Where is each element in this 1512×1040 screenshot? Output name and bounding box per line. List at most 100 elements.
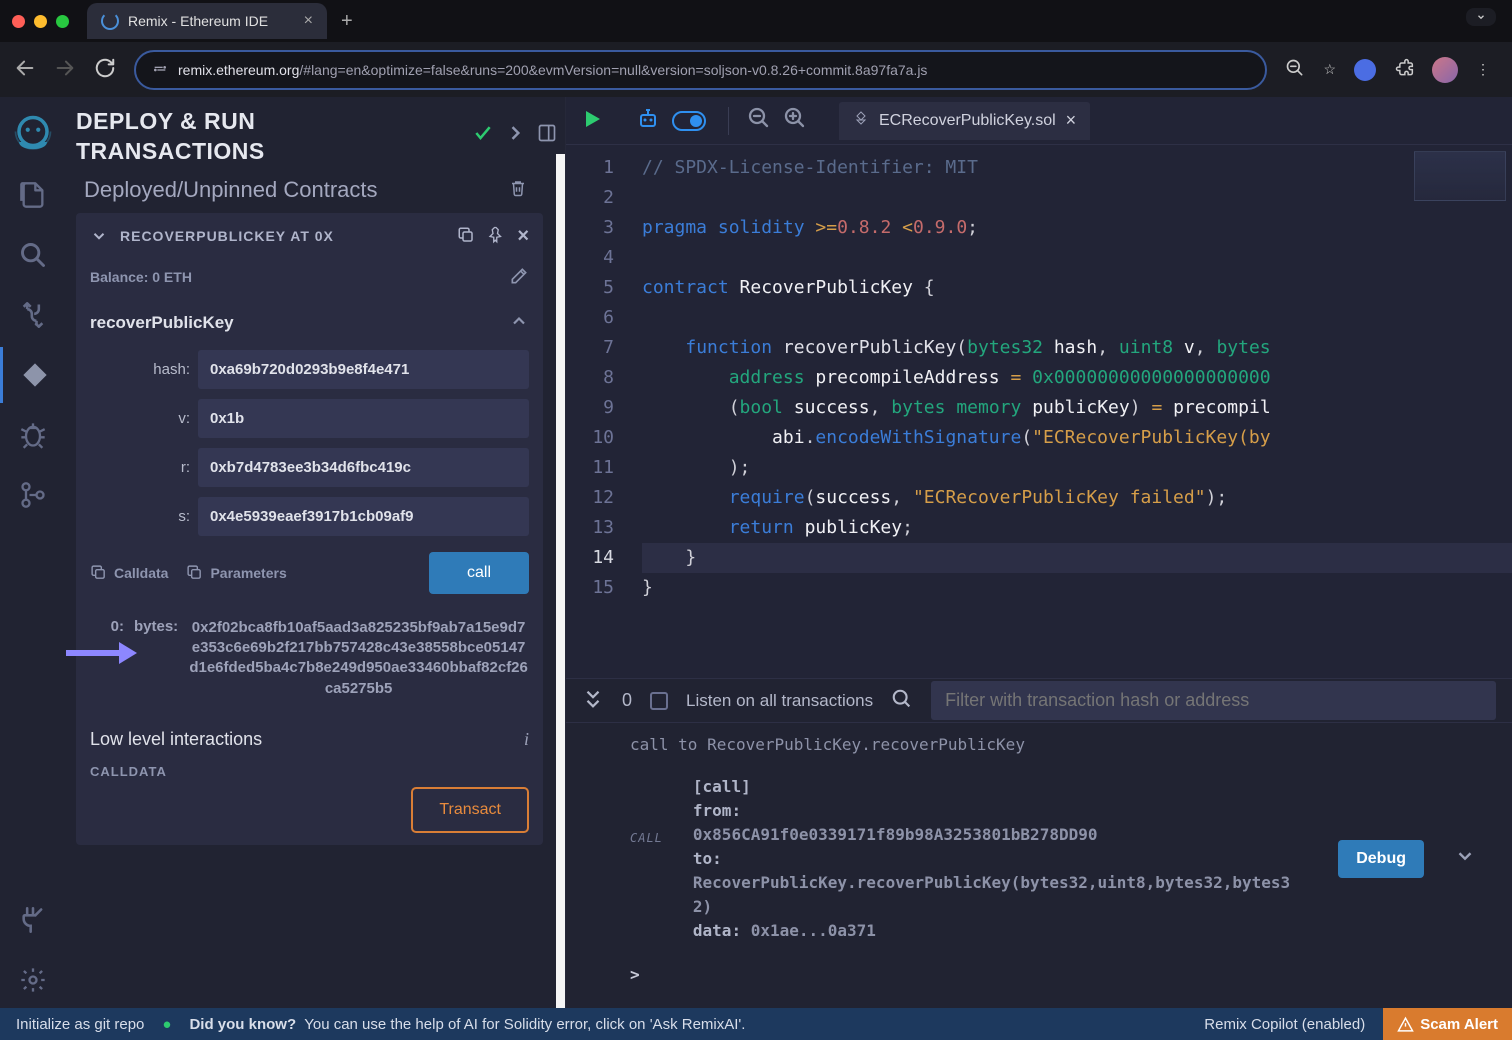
panel-scrollbar[interactable] <box>556 154 565 1008</box>
low-level-section: Low level interactions i <box>90 729 529 750</box>
ai-robot-icon[interactable] <box>636 107 660 134</box>
input-field-s[interactable] <box>198 497 529 536</box>
back-button[interactable] <box>14 57 36 82</box>
forward-button[interactable] <box>54 57 76 82</box>
zoom-out-icon[interactable] <box>747 106 771 136</box>
low-level-title: Low level interactions <box>90 729 262 750</box>
browser-tab[interactable]: Remix - Ethereum IDE × <box>87 3 327 39</box>
info-icon[interactable]: i <box>524 729 529 750</box>
chrome-menu-icon[interactable]: ⋮ <box>1476 61 1488 78</box>
chrome-actions: ☆ ⋮ <box>1285 57 1488 83</box>
input-label-s: s: <box>90 508 190 525</box>
new-tab-button[interactable]: + <box>341 10 353 33</box>
sidebar-item-debugger[interactable] <box>0 407 66 463</box>
scam-alert-badge[interactable]: Scam Alert <box>1383 1008 1512 1040</box>
edit-icon[interactable] <box>509 266 529 289</box>
terminal-body: call to RecoverPublicKey.recoverPublicKe… <box>566 723 1512 1008</box>
main-area: ECRecoverPublicKey.sol × 123456789101112… <box>566 97 1512 1008</box>
site-settings-icon[interactable] <box>152 60 168 79</box>
terminal-panel: 0 Listen on all transactions call to Rec… <box>566 678 1512 1008</box>
zoom-icon[interactable] <box>1285 58 1305 81</box>
run-icon[interactable] <box>580 107 604 134</box>
lightbulb-icon: ● <box>162 1016 171 1033</box>
listen-label: Listen on all transactions <box>686 691 873 711</box>
sidebar-item-plugin[interactable] <box>0 892 66 948</box>
editor-file-name: ECRecoverPublicKey.sol <box>879 112 1056 130</box>
pin-icon[interactable] <box>487 226 505 247</box>
output-row: 0: bytes: 0x2f02bca8fb10af5aad3a825235bf… <box>90 618 529 699</box>
input-field-v[interactable] <box>198 399 529 438</box>
input-field-r[interactable] <box>198 448 529 487</box>
close-file-icon[interactable]: × <box>1066 110 1077 131</box>
terminal-search-icon[interactable] <box>891 688 913 713</box>
tab-title: Remix - Ethereum IDE <box>128 13 268 29</box>
nav-row: remix.ethereum.org/#lang=en&optimize=fal… <box>0 42 1512 97</box>
annotation-arrow <box>66 642 137 664</box>
close-contract-icon[interactable]: × <box>517 225 529 248</box>
extensions-icon[interactable] <box>1394 58 1414 81</box>
chevron-up-icon[interactable] <box>509 311 529 336</box>
line-gutter: 123456789101112131415 <box>566 145 642 678</box>
input-label-r: r: <box>90 459 190 476</box>
code-editor[interactable]: 123456789101112131415 // SPDX-License-Id… <box>566 145 1512 678</box>
copy-calldata-button[interactable]: Calldata <box>90 564 168 581</box>
sidebar-item-search[interactable] <box>0 227 66 283</box>
tab-close-icon[interactable]: × <box>304 12 313 30</box>
editor-file-tab[interactable]: ECRecoverPublicKey.sol × <box>839 102 1090 140</box>
listen-checkbox[interactable] <box>650 692 668 710</box>
bookmark-icon[interactable]: ☆ <box>1323 61 1336 78</box>
input-row-s: s: <box>90 497 529 536</box>
ai-assistant-icon[interactable] <box>1354 59 1376 81</box>
output-type: bytes: <box>134 618 178 699</box>
sidebar-item-compiler[interactable] <box>0 287 66 343</box>
code-content[interactable]: // SPDX-License-Identifier: MIT​​pragma … <box>642 145 1512 678</box>
expand-chevron-icon[interactable] <box>1454 845 1476 874</box>
maximize-window-button[interactable] <box>56 15 69 28</box>
deploy-panel: DEPLOY & RUNTRANSACTIONS Deployed/Unpinn… <box>66 97 566 1008</box>
check-icon <box>473 123 493 146</box>
url-text: remix.ethereum.org/#lang=en&optimize=fal… <box>178 62 1249 78</box>
profile-avatar[interactable] <box>1432 57 1458 83</box>
calldata-heading: CALLDATA <box>90 764 529 779</box>
terminal-prompt[interactable]: > <box>630 963 1476 987</box>
reload-button[interactable] <box>94 57 116 82</box>
input-label-hash: hash: <box>90 361 190 378</box>
contract-name: RECOVERPUBLICKEY AT 0X <box>120 228 445 244</box>
terminal-filter-input[interactable] <box>931 681 1496 720</box>
input-field-hash[interactable] <box>198 350 529 389</box>
contract-header[interactable]: RECOVERPUBLICKEY AT 0X × <box>90 225 529 248</box>
close-window-button[interactable] <box>12 15 25 28</box>
sidebar-item-file-explorer[interactable] <box>0 167 66 223</box>
url-bar[interactable]: remix.ethereum.org/#lang=en&optimize=fal… <box>134 50 1267 90</box>
panel-header: DEPLOY & RUNTRANSACTIONS <box>76 107 557 167</box>
call-button[interactable]: call <box>429 552 529 594</box>
minimize-window-button[interactable] <box>34 15 47 28</box>
icon-sidebar <box>0 97 66 1008</box>
minimap[interactable] <box>1414 151 1506 201</box>
terminal-call-block[interactable]: CALL [call] from: 0x856CA91f0e0339171f89… <box>630 775 1476 943</box>
transact-button[interactable]: Transact <box>411 787 529 833</box>
function-header[interactable]: recoverPublicKey <box>90 311 529 336</box>
window-minimize-chevron[interactable] <box>1466 8 1496 26</box>
chevron-down-icon[interactable] <box>90 227 108 245</box>
input-label-v: v: <box>90 410 190 427</box>
chevron-right-icon[interactable] <box>505 123 525 146</box>
sidebar-item-git[interactable] <box>0 467 66 523</box>
trash-icon[interactable] <box>509 177 527 203</box>
sidebar-item-settings[interactable] <box>0 952 66 1008</box>
copilot-status[interactable]: Remix Copilot (enabled) <box>1204 1016 1365 1033</box>
tip-text: Did you know? You can use the help of AI… <box>189 1016 745 1033</box>
remix-logo[interactable] <box>0 107 66 163</box>
copy-icon[interactable] <box>457 226 475 247</box>
collapse-terminal-icon[interactable] <box>582 688 604 713</box>
function-name: recoverPublicKey <box>90 313 234 333</box>
panel-layout-icon[interactable] <box>537 123 557 146</box>
call-details: [call] from: 0x856CA91f0e0339171f89b98A3… <box>693 775 1308 943</box>
debug-button[interactable]: Debug <box>1338 840 1424 878</box>
git-init-link[interactable]: Initialize as git repo <box>16 1016 144 1033</box>
divider <box>728 107 729 135</box>
ai-toggle[interactable] <box>672 111 706 131</box>
copy-parameters-button[interactable]: Parameters <box>186 564 286 581</box>
zoom-in-icon[interactable] <box>783 106 807 136</box>
sidebar-item-deploy[interactable] <box>0 347 66 403</box>
